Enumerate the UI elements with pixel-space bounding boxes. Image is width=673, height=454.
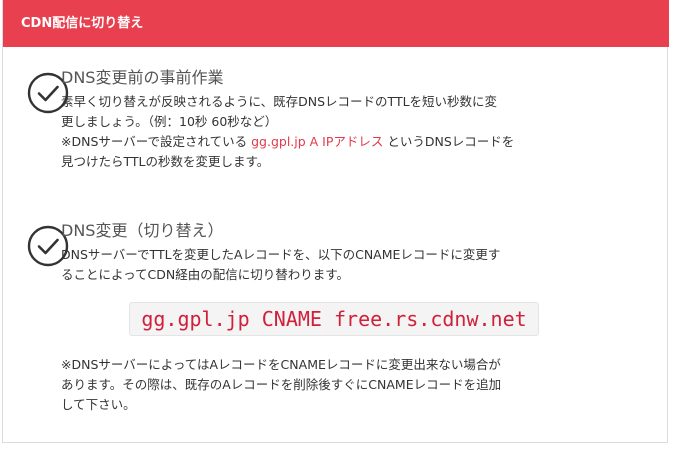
step1-line: ※DNSサーバーで設定されている gg.gpl.jp A IPアドレス というD… — [61, 132, 571, 152]
step2-note-line: あります。その際は、既存のAレコードを削除後すぐにCNAMEレコードを追加 — [61, 377, 502, 392]
step1-line: 素早く切り替えが反映されるように、既存DNSレコードのTTLを短い秒数に変 — [61, 94, 498, 109]
step2-description: DNSサーバーでTTLを変更したAレコードを、以下のCNAMEレコードに変更す … — [61, 245, 571, 285]
step2-line: DNSサーバーでTTLを変更したAレコードを、以下のCNAMEレコードに変更す — [61, 247, 501, 262]
step1-line3-suffix: というDNSレコードを — [383, 134, 515, 149]
step1-title: DNS変更前の事前作業 — [61, 68, 224, 87]
cdn-switch-panel: CDN配信に切り替え DNS変更前の事前作業 素早く切り替えが反映されるように、… — [2, 0, 669, 443]
step1-line: 見つけたらTTLの秒数を変更します。 — [61, 154, 270, 169]
cname-code-block: gg.gpl.jp CNAME free.rs.cdnw.net — [129, 302, 539, 336]
step1-line3-prefix: ※DNSサーバーで設定されている — [61, 134, 252, 149]
panel-header: CDN配信に切り替え — [3, 0, 669, 47]
step1-description: 素早く切り替えが反映されるように、既存DNSレコードのTTLを短い秒数に変 更し… — [61, 92, 571, 172]
step2-title: DNS変更（切り替え） — [61, 221, 224, 240]
step2-note-line: して下さい。 — [61, 397, 136, 412]
dns-record-link[interactable]: gg.gpl.jp A IPアドレス — [251, 134, 383, 149]
step2-note: ※DNSサーバーによってはAレコードをCNAMEレコードに変更出来ない場合が あ… — [61, 355, 571, 415]
step2-note-line: ※DNSサーバーによってはAレコードをCNAMEレコードに変更出来ない場合が — [61, 357, 501, 372]
step2-line: ることによってCDN経由の配信に切り替わります。 — [61, 267, 349, 282]
step1-line: 更しましょう。（例：10秒 60秒など） — [61, 114, 278, 129]
